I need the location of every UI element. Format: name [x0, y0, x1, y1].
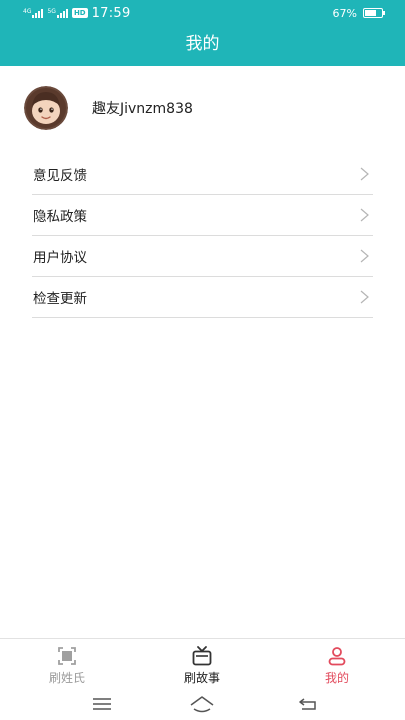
status-left: 4G 5G HD 17:59 — [23, 4, 131, 22]
person-icon — [328, 647, 346, 666]
page-title: 我的 — [185, 34, 220, 54]
signal-bars-icon — [32, 8, 44, 18]
signal-2: 5G — [47, 7, 68, 18]
hd-badge: HD — [71, 8, 88, 18]
avatar[interactable] — [24, 86, 68, 130]
nav-menu-button[interactable] — [89, 693, 115, 715]
menu-item-label: 检查更新 — [33, 291, 87, 307]
system-nav-bar — [0, 688, 405, 720]
network-type-label: 4G — [23, 7, 32, 15]
menu-item-check-update[interactable]: 检查更新 — [32, 277, 373, 318]
chevron-right-icon — [360, 208, 369, 222]
battery-percent: 67% — [332, 6, 357, 20]
chevron-right-icon — [360, 249, 369, 263]
tab-label: 我的 — [324, 671, 349, 685]
tab-label: 刷姓氏 — [48, 671, 85, 685]
tab-me[interactable]: 我的 — [287, 645, 387, 686]
avatar-face-icon — [24, 86, 68, 130]
chevron-right-icon — [360, 167, 369, 181]
top-bar: 4G 5G HD 17:59 67% 我的 — [0, 0, 405, 66]
username: 趣友Jivnzm838 — [92, 101, 193, 117]
signal-1: 4G — [23, 7, 44, 18]
menu-item-label: 用户协议 — [33, 250, 87, 266]
menu-item-feedback[interactable]: 意见反馈 — [32, 154, 373, 195]
profile-row[interactable]: 趣友Jivnzm838 — [24, 86, 384, 130]
menu-item-label: 隐私政策 — [33, 209, 87, 225]
home-icon — [190, 696, 214, 713]
nav-back-button[interactable] — [296, 693, 322, 715]
tv-icon — [192, 646, 212, 666]
menu-item-user-agreement[interactable]: 用户协议 — [32, 236, 373, 277]
menu-item-label: 意见反馈 — [33, 168, 87, 184]
status-bar: 4G 5G HD 17:59 67% — [0, 0, 405, 26]
tab-label: 刷故事 — [183, 671, 220, 685]
network-type-label: 5G — [47, 7, 56, 15]
signal-bars-icon — [56, 8, 68, 18]
tab-stories[interactable]: 刷故事 — [152, 645, 252, 686]
tab-surnames[interactable]: 刷姓氏 — [17, 645, 117, 686]
battery-icon — [363, 8, 385, 18]
scan-frame-icon — [58, 647, 76, 665]
chevron-right-icon — [360, 290, 369, 304]
battery-level — [365, 10, 376, 16]
nav-home-button[interactable] — [189, 693, 215, 715]
hamburger-icon — [93, 698, 111, 710]
status-time: 17:59 — [91, 5, 131, 21]
settings-menu: 意见反馈 隐私政策 用户协议 检查更新 — [32, 154, 373, 318]
status-right: 67% — [332, 4, 385, 22]
back-icon — [299, 698, 316, 710]
menu-item-privacy-policy[interactable]: 隐私政策 — [32, 195, 373, 236]
bottom-tab-bar: 刷姓氏 刷故事 我的 — [0, 638, 405, 689]
